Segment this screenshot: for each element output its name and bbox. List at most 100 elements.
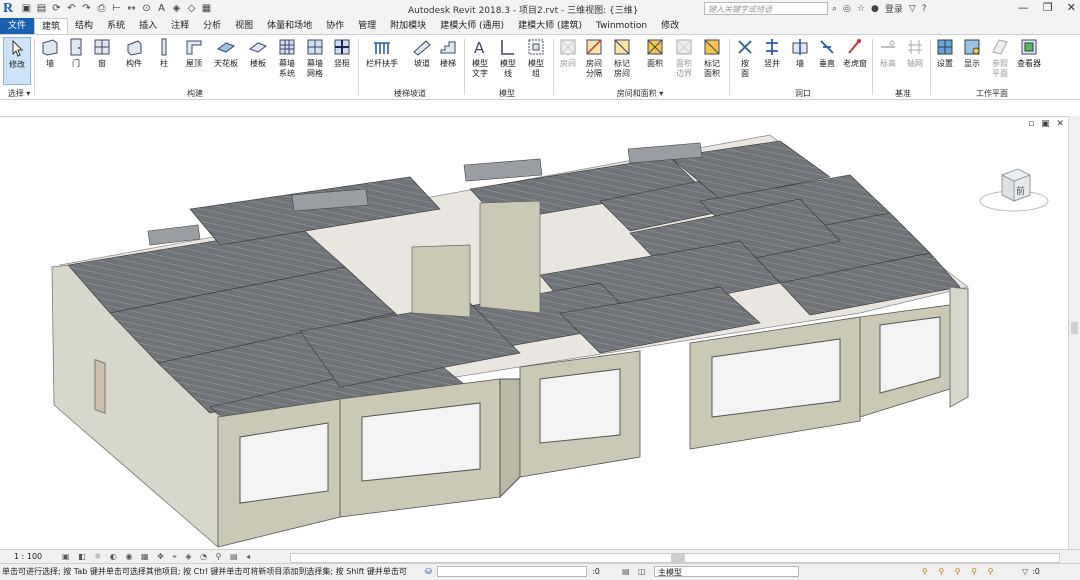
wall-opening-button[interactable]: 墙 bbox=[788, 37, 812, 69]
roof-button[interactable]: 屋顶 bbox=[180, 37, 208, 69]
tab-massing[interactable]: 体量和场地 bbox=[260, 18, 319, 34]
minimize-icon[interactable]: — bbox=[1018, 1, 1029, 14]
view-window-controls[interactable]: ▫ ▣ ✕ bbox=[1028, 119, 1066, 129]
worksharing-icon[interactable]: ⛁ bbox=[425, 564, 432, 580]
wall-button[interactable]: 墙 bbox=[38, 37, 62, 69]
tab-manage[interactable]: 管理 bbox=[351, 18, 383, 34]
window-button[interactable]: 窗 bbox=[90, 37, 114, 69]
design-option-field[interactable]: 主模型 bbox=[654, 566, 799, 577]
favorites-icon[interactable]: ☆ bbox=[857, 4, 865, 14]
3d-view-canvas[interactable]: 前 bbox=[0, 116, 1068, 550]
door-button[interactable]: 门 bbox=[64, 37, 88, 69]
model-group-button[interactable]: 模型组 bbox=[522, 37, 550, 79]
room-separator-button[interactable]: 房间分隔 bbox=[582, 37, 606, 79]
redo-icon[interactable]: ↷ bbox=[80, 2, 93, 15]
area-button[interactable]: 面积 bbox=[642, 37, 668, 69]
shaft-button[interactable]: 竖井 bbox=[760, 37, 784, 69]
exchange-icon[interactable]: ▽ bbox=[909, 4, 916, 14]
user-icon[interactable]: ● bbox=[871, 4, 879, 14]
dimension-icon[interactable]: ↔ bbox=[125, 2, 138, 15]
group-label-room-area[interactable]: 房间和面积 ▾ bbox=[600, 88, 680, 99]
restore-icon[interactable]: ❐ bbox=[1043, 1, 1053, 14]
tag-icon[interactable]: ⊙ bbox=[140, 2, 153, 15]
subscription-icon[interactable]: ◎ bbox=[843, 4, 851, 14]
vertical-opening-button[interactable]: 垂直 bbox=[815, 37, 839, 69]
ramp-button[interactable]: 坡道 bbox=[410, 37, 434, 69]
text-icon[interactable]: A bbox=[155, 2, 168, 15]
room-button[interactable]: 房间 bbox=[556, 37, 580, 69]
tab-twinmotion[interactable]: Twinmotion bbox=[589, 18, 654, 34]
dormer-button[interactable]: 老虎窗 bbox=[842, 37, 868, 69]
tab-architecture[interactable]: 建筑 bbox=[34, 18, 69, 34]
by-face-button[interactable]: 按面 bbox=[733, 37, 757, 79]
open-icon[interactable]: ▣ bbox=[20, 2, 33, 15]
ramp-label: 坡道 bbox=[414, 59, 430, 68]
column-button[interactable]: 柱 bbox=[152, 37, 176, 69]
ref-plane-button[interactable]: 参照平面 bbox=[987, 37, 1013, 79]
print-icon[interactable]: ⎙ bbox=[95, 2, 108, 15]
tab-structure[interactable]: 结构 bbox=[68, 18, 100, 34]
grid-label: 轴网 bbox=[907, 59, 923, 68]
section-icon[interactable]: ◇ bbox=[185, 2, 198, 15]
tab-modify[interactable]: 修改 bbox=[654, 18, 686, 34]
grid-button[interactable]: 轴网 bbox=[903, 37, 927, 69]
selection-toggle-icons[interactable]: ⚲ ⚲ ⚲ ⚲ ⚲ bbox=[922, 564, 997, 580]
tab-file[interactable]: 文件 bbox=[0, 18, 35, 34]
viewcube[interactable]: 前 bbox=[978, 161, 1050, 215]
login-link[interactable]: 登录 bbox=[885, 2, 903, 15]
revit-logo-icon[interactable]: R bbox=[3, 1, 17, 16]
save-icon[interactable]: ▤ bbox=[35, 2, 48, 15]
curtain-grid-button[interactable]: 幕墙网格 bbox=[302, 37, 328, 79]
model-line-button[interactable]: 模型线 bbox=[496, 37, 520, 79]
tab-bimmaster-arch[interactable]: 建模大师 (建筑) bbox=[511, 18, 589, 34]
view-control-icons[interactable]: ▣ ◧ ☼ ◐ ◉ ▦ ✥ ⌖ ◈ ◔ ⚲ ▤ ◂ bbox=[62, 550, 253, 564]
group-label-select[interactable]: 选择 ▾ bbox=[4, 88, 34, 99]
component-button[interactable]: 构件 bbox=[118, 37, 150, 69]
curtain-system-button[interactable]: 幕墙系统 bbox=[274, 37, 300, 79]
switch-windows-icon[interactable]: ▦ bbox=[200, 2, 213, 15]
scroll-thumb[interactable] bbox=[671, 554, 685, 562]
undo-icon[interactable]: ↶ bbox=[65, 2, 78, 15]
divider bbox=[930, 39, 931, 95]
tab-annotate[interactable]: 注释 bbox=[164, 18, 196, 34]
editable-only-icon[interactable]: ▤ bbox=[622, 564, 630, 580]
show-workplane-button[interactable]: 显示 bbox=[960, 37, 984, 69]
level-button[interactable]: 标高 bbox=[876, 37, 900, 69]
set-workplane-button[interactable]: 设置 bbox=[933, 37, 957, 69]
close-icon[interactable]: ✕ bbox=[1067, 1, 1076, 14]
measure-icon[interactable]: ⊢ bbox=[110, 2, 123, 15]
railing-button[interactable]: 栏杆扶手 bbox=[362, 37, 402, 69]
tab-systems[interactable]: 系统 bbox=[100, 18, 132, 34]
3d-view-icon[interactable]: ◈ bbox=[170, 2, 183, 15]
horizontal-scrollbar[interactable] bbox=[290, 553, 1060, 563]
tab-bimmaster-general[interactable]: 建模大师 (通用) bbox=[433, 18, 511, 34]
sync-icon[interactable]: ⟳ bbox=[50, 2, 63, 15]
tab-insert[interactable]: 插入 bbox=[132, 18, 164, 34]
filter-icon[interactable]: ▽ bbox=[1022, 564, 1028, 580]
tab-addins[interactable]: 附加模块 bbox=[383, 18, 433, 34]
tag-area-button[interactable]: 标记面积 bbox=[700, 37, 724, 79]
scroll-thumb[interactable] bbox=[1071, 322, 1078, 334]
binoculars-icon[interactable]: ⌕ bbox=[832, 4, 837, 14]
area-boundary-button[interactable]: 面积边界 bbox=[672, 37, 696, 79]
help-icon[interactable]: ? bbox=[922, 4, 927, 14]
model-text-button[interactable]: A 模型文字 bbox=[468, 37, 492, 79]
design-option-icon[interactable]: ◫ bbox=[638, 564, 646, 580]
workset-field[interactable] bbox=[437, 566, 587, 577]
stair-button[interactable]: 楼梯 bbox=[436, 37, 460, 69]
mullion-button[interactable]: 竖梃 bbox=[330, 37, 354, 69]
ceiling-button[interactable]: 天花板 bbox=[210, 37, 242, 69]
tab-view[interactable]: 视图 bbox=[228, 18, 260, 34]
floor-button[interactable]: 楼板 bbox=[244, 37, 272, 69]
view-scale[interactable]: 1 : 100 bbox=[14, 550, 42, 564]
tag-room-button[interactable]: 标记房间 bbox=[610, 37, 634, 79]
area-icon bbox=[647, 39, 663, 55]
vertical-scrollbar[interactable] bbox=[1068, 116, 1080, 549]
selection-count: :0 bbox=[592, 567, 600, 576]
tab-collaborate[interactable]: 协作 bbox=[319, 18, 351, 34]
building-model[interactable] bbox=[0, 117, 1068, 550]
viewer-button[interactable]: 查看器 bbox=[1014, 37, 1044, 69]
modify-button[interactable]: 修改 bbox=[3, 37, 31, 85]
tab-analyze[interactable]: 分析 bbox=[196, 18, 228, 34]
search-input[interactable]: 键入关键字或短语 bbox=[704, 2, 828, 15]
